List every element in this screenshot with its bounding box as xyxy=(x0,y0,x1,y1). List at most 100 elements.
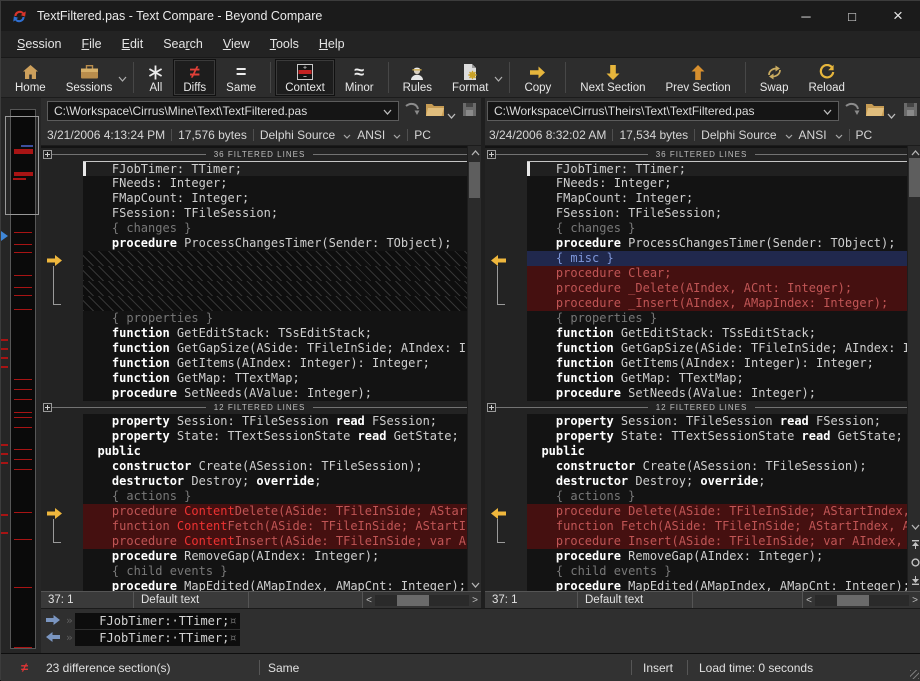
right-path-input[interactable]: C:\Workspace\Cirrus\Theirs\Text\TextFilt… xyxy=(487,101,839,121)
left-swap-sides-icon[interactable] xyxy=(404,102,420,122)
missing-lines-row[interactable] xyxy=(41,281,467,296)
code-line[interactable]: procedure ContentInsert(ASide: TFileInSi… xyxy=(41,534,467,549)
menu-tools[interactable]: Tools xyxy=(260,33,309,55)
format-button[interactable]: Format xyxy=(442,59,498,96)
left-path-input[interactable]: C:\Workspace\Cirrus\Mine\Text\TextFilter… xyxy=(47,101,399,121)
code-line[interactable]: { actions } xyxy=(485,489,907,504)
code-line[interactable]: property Session: TFileSession read FSes… xyxy=(485,414,907,429)
left-line-ending[interactable]: PC xyxy=(414,128,431,142)
right-vertical-scrollbar[interactable] xyxy=(907,146,920,591)
code-line[interactable]: destructor Destroy; override; xyxy=(41,474,467,489)
menu-session[interactable]: Session xyxy=(7,33,71,55)
code-line[interactable]: function GetMap: TTextMap; xyxy=(485,371,907,386)
code-line[interactable]: function GetEditStack: TSsEditStack; xyxy=(41,326,467,341)
code-line[interactable]: FJobTimer: TTimer; xyxy=(485,161,907,176)
right-scroll-down-icon[interactable] xyxy=(908,520,920,533)
code-line[interactable]: property State: TTextSessionState read G… xyxy=(485,429,907,444)
left-hscroll-right-icon[interactable]: > xyxy=(469,593,481,608)
code-line[interactable]: function ContentFetch(ASide: TFileInSide… xyxy=(41,519,467,534)
code-line[interactable]: procedure RemoveGap(AIndex: Integer); xyxy=(41,549,467,564)
code-line[interactable]: procedure MapEdited(AMapIndex, AMapCnt: … xyxy=(41,579,467,591)
detail-line-text[interactable]: FJobTimer:·TTimer;¤ xyxy=(75,613,240,629)
prev-section-button[interactable]: Prev Section xyxy=(656,59,741,96)
center-current-diff-icon[interactable] xyxy=(908,556,920,569)
right-code-pane[interactable]: 36 FILTERED LINES FJobTimer: TTimer; FNe… xyxy=(485,146,907,591)
code-line[interactable]: procedure SetNeeds(AValue: Integer); xyxy=(41,386,467,401)
reload-button[interactable]: Reload xyxy=(798,59,854,96)
menu-search[interactable]: Search xyxy=(153,33,213,55)
left-scroll-down-icon[interactable] xyxy=(468,578,482,591)
code-line[interactable]: FJobTimer: TTimer; xyxy=(41,161,467,176)
close-button[interactable]: × xyxy=(875,1,920,31)
left-vertical-scrollbar[interactable] xyxy=(467,146,481,591)
code-line[interactable]: { child events } xyxy=(485,564,907,579)
code-line[interactable]: procedure _Delete(AIndex, ACnt: Integer)… xyxy=(485,281,907,296)
detail-line-text[interactable]: FJobTimer:·TTimer;¤ xyxy=(75,630,240,646)
code-line[interactable]: procedure ProcessChangesTimer(Sender: TO… xyxy=(485,236,907,251)
code-line[interactable]: { child events } xyxy=(41,564,467,579)
code-line[interactable]: procedure SetNeeds(AValue: Integer); xyxy=(485,386,907,401)
right-save-icon[interactable] xyxy=(903,102,918,122)
code-line[interactable]: { misc } xyxy=(485,251,907,266)
code-line[interactable]: procedure Delete(ASide: TFileInSide; ASt… xyxy=(485,504,907,519)
context-button[interactable]: Context xyxy=(275,59,335,96)
rules-button[interactable]: Rules xyxy=(393,59,442,96)
missing-lines-row[interactable] xyxy=(41,266,467,281)
home-button[interactable]: Home xyxy=(5,59,56,96)
resize-grip[interactable] xyxy=(910,670,919,679)
all-button[interactable]: All xyxy=(138,59,173,96)
right-horizontal-scrollbar[interactable]: < > xyxy=(803,592,920,608)
minor-button[interactable]: ≈Minor xyxy=(335,59,384,96)
menu-edit[interactable]: Edit xyxy=(112,33,154,55)
code-line[interactable]: function GetMap: TTextMap; xyxy=(41,371,467,386)
left-browse-folder-icon[interactable] xyxy=(425,102,445,122)
code-line[interactable]: public xyxy=(485,444,907,459)
left-hscroll-left-icon[interactable]: < xyxy=(363,593,375,608)
copy-button[interactable]: Copy xyxy=(514,59,561,96)
left-format-dropdown-icon[interactable] xyxy=(343,128,351,142)
maximize-button[interactable]: □ xyxy=(829,1,875,31)
swap-button[interactable]: Swap xyxy=(750,59,799,96)
right-folder-dropdown-icon[interactable] xyxy=(887,106,896,124)
code-line[interactable]: property State: TTextSessionState read G… xyxy=(41,429,467,444)
left-encoding-select[interactable]: ANSI xyxy=(357,128,385,142)
code-line[interactable]: procedure Clear; xyxy=(485,266,907,281)
expand-section-icon[interactable] xyxy=(487,403,496,412)
code-line[interactable]: public xyxy=(41,444,467,459)
missing-lines-row[interactable] xyxy=(41,296,467,311)
right-hscrollbar-thumb[interactable] xyxy=(837,595,869,606)
right-line-ending[interactable]: PC xyxy=(856,128,873,142)
code-line[interactable]: FNeeds: Integer; xyxy=(41,176,467,191)
right-hscroll-left-icon[interactable]: < xyxy=(803,593,815,608)
code-line[interactable]: FMapCount: Integer; xyxy=(485,191,907,206)
prev-difference-icon[interactable] xyxy=(908,538,920,551)
menu-help[interactable]: Help xyxy=(309,33,355,55)
right-path-dropdown-icon[interactable] xyxy=(823,104,832,118)
right-encoding-select[interactable]: ANSI xyxy=(799,128,827,142)
left-scrollbar-thumb[interactable] xyxy=(469,162,480,198)
code-line[interactable]: procedure MapEdited(AMapIndex, AMapCnt: … xyxy=(485,579,907,591)
code-line[interactable]: procedure ProcessChangesTimer(Sender: TO… xyxy=(41,236,467,251)
right-browse-folder-icon[interactable] xyxy=(865,102,885,122)
code-line[interactable]: function Fetch(ASide: TFileInSide; AStar… xyxy=(485,519,907,534)
left-encoding-dropdown-icon[interactable] xyxy=(393,128,401,142)
sessions-button[interactable]: Sessions xyxy=(56,59,123,96)
code-line[interactable]: FSession: TFileSession; xyxy=(41,206,467,221)
expand-section-icon[interactable] xyxy=(43,150,52,159)
code-line[interactable]: FNeeds: Integer; xyxy=(485,176,907,191)
code-line[interactable]: procedure _Insert(AIndex, AMapIndex: Int… xyxy=(485,296,907,311)
next-difference-icon[interactable] xyxy=(908,574,920,587)
left-code-pane[interactable]: 36 FILTERED LINES FJobTimer: TTimer; FNe… xyxy=(41,146,467,591)
code-line[interactable]: destructor Destroy; override; xyxy=(485,474,907,489)
code-line[interactable]: function GetGapSize(ASide: TFileInSide; … xyxy=(41,341,467,356)
left-hscrollbar-thumb[interactable] xyxy=(397,595,429,606)
diffs-button[interactable]: ≠Diffs xyxy=(173,59,216,96)
code-line[interactable]: function GetEditStack: TSsEditStack; xyxy=(485,326,907,341)
missing-lines-row[interactable] xyxy=(41,251,467,266)
code-line[interactable]: function GetItems(AIndex: Integer): Inte… xyxy=(41,356,467,371)
code-line[interactable]: procedure ContentDelete(ASide: TFileInSi… xyxy=(41,504,467,519)
code-line[interactable]: FSession: TFileSession; xyxy=(485,206,907,221)
code-line[interactable]: { actions } xyxy=(41,489,467,504)
next-section-button[interactable]: Next Section xyxy=(570,59,655,96)
code-line[interactable]: procedure RemoveGap(AIndex: Integer); xyxy=(485,549,907,564)
